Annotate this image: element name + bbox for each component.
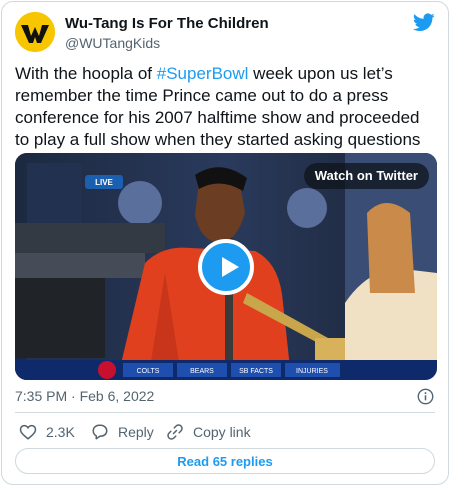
tweet-text: With the hoopla of #SuperBowl week upon … xyxy=(15,63,437,151)
divider xyxy=(15,412,435,413)
like-count: 2.3K xyxy=(46,424,75,440)
watch-on-twitter-button[interactable]: Watch on Twitter xyxy=(303,163,429,189)
copy-link-label: Copy link xyxy=(193,424,251,440)
wu-tang-logo-icon xyxy=(15,12,55,52)
play-icon xyxy=(222,257,239,277)
tweet-timestamp[interactable]: 7:35 PM · Feb 6, 2022 xyxy=(15,387,154,405)
display-name[interactable]: Wu-Tang Is For The Children xyxy=(65,15,269,33)
ticker-item: BEARS xyxy=(190,368,214,375)
live-badge: LIVE xyxy=(95,178,113,187)
action-bar: 2.3K Reply Copy link xyxy=(15,422,435,442)
ticker-item: SB FACTS xyxy=(239,368,273,375)
info-icon[interactable] xyxy=(417,388,434,405)
play-button[interactable] xyxy=(198,239,254,295)
like-button[interactable]: 2.3K xyxy=(19,422,75,442)
author-names: Wu-Tang Is For The Children @WUTangKids xyxy=(65,15,269,52)
reply-icon xyxy=(92,424,108,440)
ticker-item: INJURIES xyxy=(296,368,328,375)
tweet-text-before: With the hoopla of xyxy=(15,64,157,83)
heart-icon xyxy=(19,424,37,440)
ticker-item: COLTS xyxy=(137,368,160,375)
read-replies-button[interactable]: Read 65 replies xyxy=(15,448,435,474)
reply-button[interactable]: Reply xyxy=(91,422,154,442)
tweet-card: Wu-Tang Is For The Children @WUTangKids … xyxy=(1,1,449,485)
tweet-header: Wu-Tang Is For The Children @WUTangKids xyxy=(15,12,435,56)
user-handle[interactable]: @WUTangKids xyxy=(65,34,269,52)
video-player[interactable]: LIVE COLTS BEARS SB FACTS INJURIES Watch… xyxy=(15,153,437,380)
link-icon xyxy=(167,424,183,440)
hashtag-link[interactable]: #SuperBowl xyxy=(157,64,249,83)
avatar[interactable] xyxy=(15,12,55,52)
copy-link-button[interactable]: Copy link xyxy=(166,422,251,442)
reply-label: Reply xyxy=(118,424,154,440)
twitter-bird-icon[interactable] xyxy=(413,13,435,32)
